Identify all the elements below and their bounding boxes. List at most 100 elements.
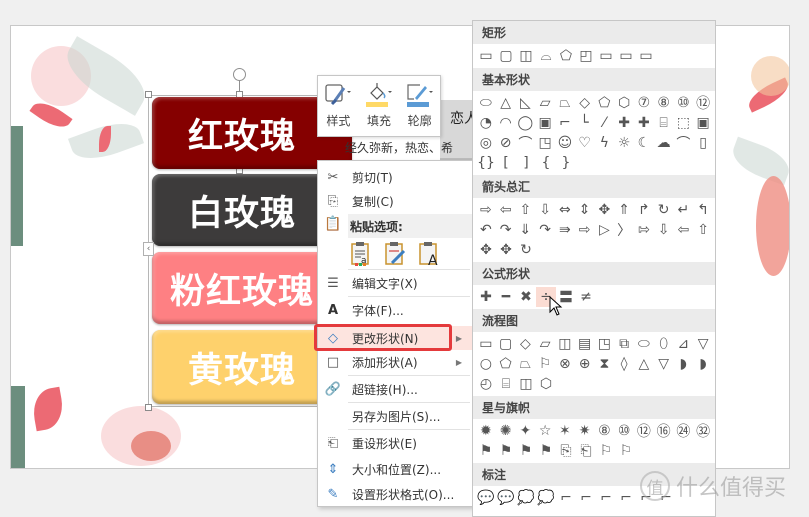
shape-option[interactable]: ⌐ — [476, 508, 496, 516]
shape-option[interactable]: ⇨ — [476, 200, 496, 220]
shape-option[interactable]: ⌐ — [616, 488, 636, 508]
shape-option[interactable]: ✥ — [476, 240, 496, 260]
shape-option[interactable]: ✥ — [595, 200, 615, 220]
shape-option[interactable]: ○ — [476, 354, 496, 374]
shape-option[interactable]: ↻ — [516, 240, 536, 260]
shape-option[interactable]: 💬 — [476, 488, 496, 508]
shape-option[interactable]: ≠ — [576, 287, 596, 307]
shape-option[interactable]: ✹ — [476, 421, 496, 441]
shape-option[interactable]: ⚐ — [596, 441, 616, 461]
shape-option[interactable]: ⑧ — [654, 93, 674, 113]
shape-option[interactable]: ⌸ — [496, 374, 516, 394]
shape-option[interactable]: ▢ — [496, 334, 516, 354]
shape-option[interactable]: ☆ — [535, 421, 555, 441]
shape-option[interactable]: ⇦ — [496, 200, 516, 220]
shape-option[interactable]: ⬠ — [595, 93, 615, 113]
shape-option[interactable]: ▯ — [693, 133, 713, 153]
shape-option[interactable]: ↻ — [654, 200, 674, 220]
shape-option[interactable]: └ — [575, 113, 595, 133]
shape-option[interactable]: 💬 — [496, 488, 516, 508]
shape-option[interactable]: ⚐ — [535, 354, 555, 374]
shape-option[interactable]: ⇕ — [575, 200, 595, 220]
shape-option[interactable]: ↱ — [634, 200, 654, 220]
shape-option[interactable]: ⇔ — [555, 200, 575, 220]
shape-option[interactable]: ☼ — [614, 133, 634, 153]
shape-option[interactable]: ↷ — [496, 220, 516, 240]
shape-option[interactable]: ⊗ — [555, 354, 575, 374]
shape-option[interactable]: ⌓ — [536, 46, 556, 66]
shape-option[interactable]: ▷ — [595, 220, 615, 240]
shape-option[interactable]: ◊ — [614, 354, 634, 374]
shape-option[interactable]: ▱ — [535, 334, 555, 354]
menu-item-cut[interactable]: ✂ 剪切(T) — [318, 165, 472, 189]
shape-option[interactable]: ⚑ — [516, 441, 536, 461]
shape-option[interactable]: ⬯ — [654, 334, 674, 354]
fill-button[interactable]: 填充 — [360, 82, 398, 136]
shape-option[interactable]: 💭 — [516, 488, 536, 508]
shape-option[interactable]: ◫ — [516, 46, 536, 66]
paste-text-only-icon[interactable]: A — [418, 241, 442, 269]
shape-option[interactable]: ↰ — [693, 200, 713, 220]
shape-option[interactable]: ⧗ — [595, 354, 615, 374]
shape-option[interactable]: ⌸ — [654, 113, 674, 133]
resize-handle-top-left[interactable] — [145, 91, 152, 98]
shape-option[interactable]: ↵ — [674, 200, 694, 220]
shape-option[interactable]: ↶ — [476, 220, 496, 240]
shape-option[interactable]: ▽ — [693, 334, 713, 354]
shape-option[interactable]: ⑩ — [614, 421, 634, 441]
shape-option[interactable]: ━ — [496, 287, 516, 307]
shape-option[interactable]: ⁄ — [595, 113, 615, 133]
shape-option[interactable]: ⬚ — [674, 113, 694, 133]
shape-option[interactable]: ☺ — [555, 133, 575, 153]
shape-option[interactable]: ✷ — [575, 421, 595, 441]
shape-option[interactable]: ⊘ — [496, 133, 516, 153]
shape-option[interactable]: { — [536, 153, 556, 173]
shape-option[interactable]: ⌐ — [556, 488, 576, 508]
shape-option[interactable]: ◫ — [555, 334, 575, 354]
shape-option[interactable]: ⬠ — [496, 354, 516, 374]
shape-option[interactable]: ◗ — [693, 354, 713, 374]
shape-option[interactable]: ⬠ — [556, 46, 576, 66]
shape-option[interactable]: ⑫ — [693, 93, 713, 113]
menu-item-font[interactable]: A 字体(F)... — [318, 298, 472, 322]
shape-option[interactable]: ◯ — [516, 113, 536, 133]
menu-item-copy[interactable]: ⎘ 复制(C) — [318, 189, 472, 213]
shape-option[interactable]: ⎘ — [556, 441, 576, 461]
shape-option[interactable]: ◠ — [496, 113, 516, 133]
shape-option[interactable]: ⇩ — [654, 220, 674, 240]
shape-option[interactable]: ⑫ — [634, 421, 654, 441]
paste-merge-format-icon[interactable] — [384, 241, 408, 267]
shape-option[interactable]: ⬡ — [536, 374, 556, 394]
shape-option[interactable]: ▢ — [496, 46, 516, 66]
shape-option[interactable]: 〉 — [614, 220, 634, 240]
shape-option[interactable]: ⑩ — [674, 93, 694, 113]
shape-option[interactable]: ◎ — [476, 133, 496, 153]
shape-option[interactable]: ⌐ — [576, 488, 596, 508]
shape-option[interactable]: ✚ — [614, 113, 634, 133]
shape-option[interactable]: 💭 — [536, 488, 556, 508]
shape-option[interactable]: ⏢ — [516, 354, 536, 374]
shape-option[interactable]: ⊕ — [575, 354, 595, 374]
style-button[interactable]: 样式 — [319, 82, 357, 136]
shape-option[interactable]: ⑦ — [634, 93, 654, 113]
shape-option[interactable]: ▭ — [596, 46, 616, 66]
shape-option[interactable]: ϟ — [595, 133, 615, 153]
paste-keep-source-icon[interactable]: a — [350, 241, 374, 267]
shape-option[interactable]: ⇧ — [516, 200, 536, 220]
shape-option[interactable]: ☾ — [634, 133, 654, 153]
shape-option[interactable]: ◺ — [516, 93, 536, 113]
shape-option[interactable]: ⑧ — [595, 421, 615, 441]
shape-option[interactable]: ✚ — [476, 287, 496, 307]
shape-option[interactable]: ▱ — [535, 93, 555, 113]
shape-option[interactable]: ⬭ — [634, 334, 654, 354]
shape-option[interactable]: ⇦ — [674, 220, 694, 240]
menu-item-reset-shape[interactable]: ⎗ 重设形状(E) — [318, 431, 472, 455]
shape-option[interactable]: ☁ — [654, 133, 674, 153]
shape-option[interactable]: ▭ — [636, 46, 656, 66]
shape-option[interactable]: ◔ — [476, 113, 496, 133]
shape-option[interactable]: ◇ — [575, 93, 595, 113]
shape-option[interactable]: ◇ — [516, 334, 536, 354]
menu-item-hyperlink[interactable]: 🔗 超链接(H)... — [318, 377, 472, 401]
shape-option[interactable]: ⌐ — [555, 113, 575, 133]
shape-option[interactable]: ⇓ — [516, 220, 536, 240]
